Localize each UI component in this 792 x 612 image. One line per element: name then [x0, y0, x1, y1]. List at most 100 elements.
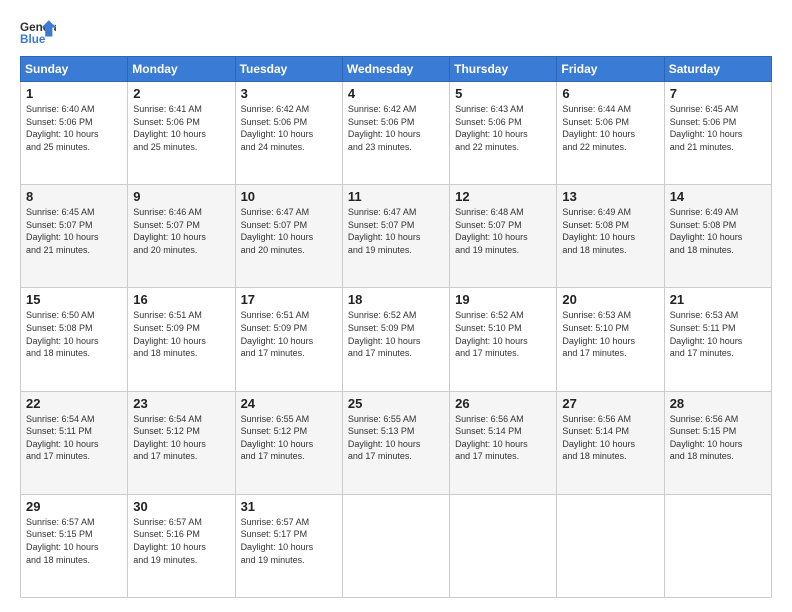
col-saturday: Saturday [664, 57, 771, 82]
day-number: 24 [241, 396, 337, 411]
col-monday: Monday [128, 57, 235, 82]
day-number: 21 [670, 292, 766, 307]
day-info: Sunrise: 6:51 AMSunset: 5:09 PMDaylight:… [133, 310, 206, 358]
table-row: 13 Sunrise: 6:49 AMSunset: 5:08 PMDayligh… [557, 185, 664, 288]
day-info: Sunrise: 6:50 AMSunset: 5:08 PMDaylight:… [26, 310, 99, 358]
table-row: 5Sunrise: 6:43 AMSunset: 5:06 PMDaylight… [450, 82, 557, 185]
day-info: Sunrise: 6:56 AMSunset: 5:14 PMDaylight:… [562, 414, 635, 462]
day-number: 8 [26, 189, 122, 204]
day-info: Sunrise: 6:47 AMSunset: 5:07 PMDaylight:… [348, 207, 421, 255]
table-row [557, 494, 664, 597]
table-row: 14 Sunrise: 6:49 AMSunset: 5:08 PMDayligh… [664, 185, 771, 288]
day-number: 16 [133, 292, 229, 307]
table-row: 7 Sunrise: 6:45 AMSunset: 5:06 PMDaylight… [664, 82, 771, 185]
day-number: 13 [562, 189, 658, 204]
day-number: 29 [26, 499, 122, 514]
svg-text:Blue: Blue [20, 33, 46, 46]
calendar-week-row: 15 Sunrise: 6:50 AMSunset: 5:08 PMDayligh… [21, 288, 772, 391]
day-info: Sunrise: 6:42 AMSunset: 5:06 PMDaylight:… [348, 104, 421, 152]
day-number: 4 [348, 86, 444, 101]
day-info: Sunrise: 6:45 AMSunset: 5:07 PMDaylight:… [26, 207, 99, 255]
col-thursday: Thursday [450, 57, 557, 82]
day-info: Sunrise: 6:55 AMSunset: 5:13 PMDaylight:… [348, 414, 421, 462]
day-info: Sunrise: 6:56 AMSunset: 5:14 PMDaylight:… [455, 414, 528, 462]
day-info: Sunrise: 6:48 AMSunset: 5:07 PMDaylight:… [455, 207, 528, 255]
day-info: Sunrise: 6:44 AMSunset: 5:06 PMDaylight:… [562, 104, 635, 152]
day-info: Sunrise: 6:53 AMSunset: 5:10 PMDaylight:… [562, 310, 635, 358]
day-info: Sunrise: 6:55 AMSunset: 5:12 PMDaylight:… [241, 414, 314, 462]
table-row: 27 Sunrise: 6:56 AMSunset: 5:14 PMDayligh… [557, 391, 664, 494]
day-number: 9 [133, 189, 229, 204]
calendar-week-row: 29Sunrise: 6:57 AMSunset: 5:15 PMDayligh… [21, 494, 772, 597]
table-row: 21 Sunrise: 6:53 AMSunset: 5:11 PMDayligh… [664, 288, 771, 391]
table-row: 12Sunrise: 6:48 AMSunset: 5:07 PMDayligh… [450, 185, 557, 288]
day-info: Sunrise: 6:41 AMSunset: 5:06 PMDaylight:… [133, 104, 206, 152]
table-row [664, 494, 771, 597]
day-number: 27 [562, 396, 658, 411]
day-info: Sunrise: 6:47 AMSunset: 5:07 PMDaylight:… [241, 207, 314, 255]
day-info: Sunrise: 6:52 AMSunset: 5:10 PMDaylight:… [455, 310, 528, 358]
day-number: 18 [348, 292, 444, 307]
day-number: 25 [348, 396, 444, 411]
calendar-week-row: 22 Sunrise: 6:54 AMSunset: 5:11 PMDayligh… [21, 391, 772, 494]
day-info: Sunrise: 6:49 AMSunset: 5:08 PMDaylight:… [562, 207, 635, 255]
day-info: Sunrise: 6:53 AMSunset: 5:11 PMDaylight:… [670, 310, 743, 358]
table-row: 31Sunrise: 6:57 AMSunset: 5:17 PMDayligh… [235, 494, 342, 597]
day-number: 20 [562, 292, 658, 307]
table-row [450, 494, 557, 597]
day-number: 30 [133, 499, 229, 514]
col-friday: Friday [557, 57, 664, 82]
logo-icon: General Blue [20, 18, 56, 46]
day-number: 19 [455, 292, 551, 307]
day-number: 10 [241, 189, 337, 204]
table-row: 26 Sunrise: 6:56 AMSunset: 5:14 PMDayligh… [450, 391, 557, 494]
day-number: 7 [670, 86, 766, 101]
table-row: 25 Sunrise: 6:55 AMSunset: 5:13 PMDayligh… [342, 391, 449, 494]
table-row [342, 494, 449, 597]
day-info: Sunrise: 6:45 AMSunset: 5:06 PMDaylight:… [670, 104, 743, 152]
day-number: 1 [26, 86, 122, 101]
table-row: 16 Sunrise: 6:51 AMSunset: 5:09 PMDayligh… [128, 288, 235, 391]
day-number: 28 [670, 396, 766, 411]
table-row: 15 Sunrise: 6:50 AMSunset: 5:08 PMDayligh… [21, 288, 128, 391]
header: General Blue [20, 18, 772, 46]
col-sunday: Sunday [21, 57, 128, 82]
calendar-table: Sunday Monday Tuesday Wednesday Thursday… [20, 56, 772, 598]
day-number: 3 [241, 86, 337, 101]
day-number: 14 [670, 189, 766, 204]
day-number: 5 [455, 86, 551, 101]
table-row: 4 Sunrise: 6:42 AMSunset: 5:06 PMDaylight… [342, 82, 449, 185]
table-row: 30 Sunrise: 6:57 AMSunset: 5:16 PMDayligh… [128, 494, 235, 597]
calendar-header-row: Sunday Monday Tuesday Wednesday Thursday… [21, 57, 772, 82]
calendar-week-row: 8 Sunrise: 6:45 AMSunset: 5:07 PMDaylight… [21, 185, 772, 288]
day-number: 22 [26, 396, 122, 411]
table-row: 6 Sunrise: 6:44 AMSunset: 5:06 PMDaylight… [557, 82, 664, 185]
day-info: Sunrise: 6:42 AMSunset: 5:06 PMDaylight:… [241, 104, 314, 152]
table-row: 17Sunrise: 6:51 AMSunset: 5:09 PMDayligh… [235, 288, 342, 391]
day-info: Sunrise: 6:57 AMSunset: 5:16 PMDaylight:… [133, 517, 206, 565]
day-info: Sunrise: 6:54 AMSunset: 5:11 PMDaylight:… [26, 414, 99, 462]
day-info: Sunrise: 6:52 AMSunset: 5:09 PMDaylight:… [348, 310, 421, 358]
table-row: 18 Sunrise: 6:52 AMSunset: 5:09 PMDayligh… [342, 288, 449, 391]
table-row: 11 Sunrise: 6:47 AMSunset: 5:07 PMDayligh… [342, 185, 449, 288]
day-number: 17 [241, 292, 337, 307]
col-wednesday: Wednesday [342, 57, 449, 82]
table-row: 1Sunrise: 6:40 AMSunset: 5:06 PMDaylight… [21, 82, 128, 185]
col-tuesday: Tuesday [235, 57, 342, 82]
day-info: Sunrise: 6:56 AMSunset: 5:15 PMDaylight:… [670, 414, 743, 462]
day-number: 2 [133, 86, 229, 101]
table-row: 8 Sunrise: 6:45 AMSunset: 5:07 PMDaylight… [21, 185, 128, 288]
table-row: 24 Sunrise: 6:55 AMSunset: 5:12 PMDayligh… [235, 391, 342, 494]
table-row: 22 Sunrise: 6:54 AMSunset: 5:11 PMDayligh… [21, 391, 128, 494]
table-row: 2 Sunrise: 6:41 AMSunset: 5:06 PMDaylight… [128, 82, 235, 185]
day-number: 15 [26, 292, 122, 307]
logo: General Blue [20, 18, 56, 46]
day-number: 11 [348, 189, 444, 204]
day-number: 6 [562, 86, 658, 101]
table-row: 23Sunrise: 6:54 AMSunset: 5:12 PMDayligh… [128, 391, 235, 494]
table-row: 19 Sunrise: 6:52 AMSunset: 5:10 PMDayligh… [450, 288, 557, 391]
day-info: Sunrise: 6:49 AMSunset: 5:08 PMDaylight:… [670, 207, 743, 255]
table-row: 28 Sunrise: 6:56 AMSunset: 5:15 PMDayligh… [664, 391, 771, 494]
day-number: 26 [455, 396, 551, 411]
day-info: Sunrise: 6:46 AMSunset: 5:07 PMDaylight:… [133, 207, 206, 255]
